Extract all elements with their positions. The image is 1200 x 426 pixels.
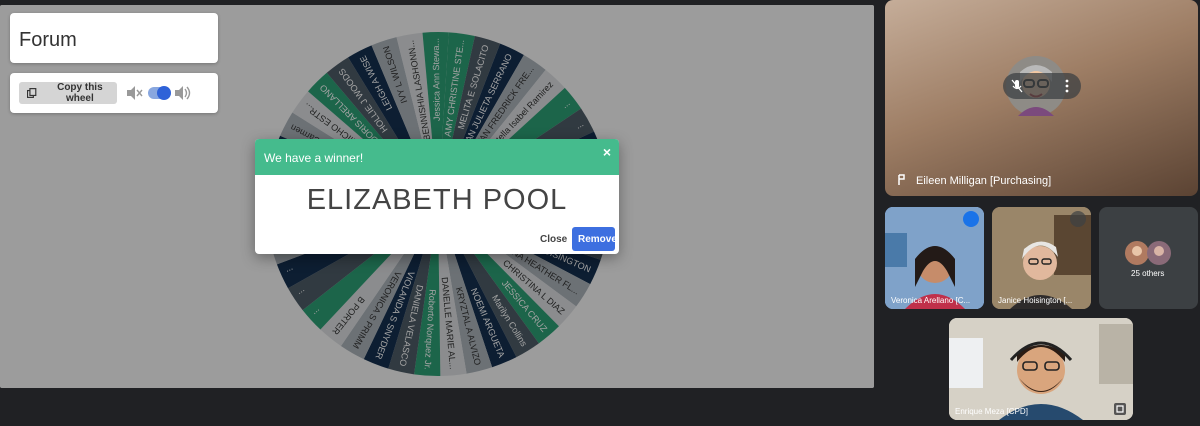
- participant-tile[interactable]: Veronica Arellano [C...: [885, 207, 984, 309]
- wheel-toolbar: Copy this wheel: [10, 73, 218, 113]
- mute-icon[interactable]: [126, 85, 144, 101]
- winner-dialog: We have a winner! × ELIZABETH POOL Close…: [255, 139, 619, 254]
- volume-icon[interactable]: [174, 85, 192, 101]
- winner-dialog-title: We have a winner!: [264, 151, 364, 165]
- pin-icon: [898, 174, 905, 185]
- participant-tile[interactable]: Janice Hoisington [...: [992, 207, 1091, 309]
- dialog-close-icon[interactable]: ×: [603, 144, 611, 160]
- more-options-icon[interactable]: [1064, 79, 1070, 93]
- others-avatars: [1125, 241, 1171, 265]
- copy-icon: [27, 88, 37, 98]
- copy-wheel-label: Copy this wheel: [57, 82, 103, 104]
- mic-off-icon: [1070, 211, 1086, 227]
- participant-name: Eileen Milligan [Purchasing]: [916, 175, 1052, 187]
- close-button[interactable]: Close: [534, 228, 574, 250]
- wheel-title: Forum: [19, 29, 77, 51]
- participant-name: Enrique Meza [CPD]: [955, 407, 1028, 416]
- mic-off-icon: [1011, 79, 1023, 93]
- sound-toggle[interactable]: [148, 86, 171, 100]
- winner-dialog-header: We have a winner! ×: [255, 139, 619, 175]
- remove-button[interactable]: Remove: [572, 227, 617, 251]
- others-count: 25 others: [1131, 269, 1165, 278]
- wheel-title-card: Forum: [10, 13, 218, 63]
- speaking-indicator: [963, 211, 979, 227]
- pin-icon[interactable]: [1113, 402, 1127, 416]
- copy-wheel-button[interactable]: Copy this wheel: [19, 82, 117, 104]
- participant-tile[interactable]: Enrique Meza [CPD]: [949, 318, 1133, 420]
- participant-video: [949, 318, 1133, 420]
- others-tile[interactable]: 25 others: [1099, 207, 1198, 309]
- participant-name: Janice Hoisington [...: [998, 296, 1073, 305]
- participant-name: Veronica Arellano [C...: [891, 296, 971, 305]
- winner-name: ELIZABETH POOL: [306, 184, 568, 216]
